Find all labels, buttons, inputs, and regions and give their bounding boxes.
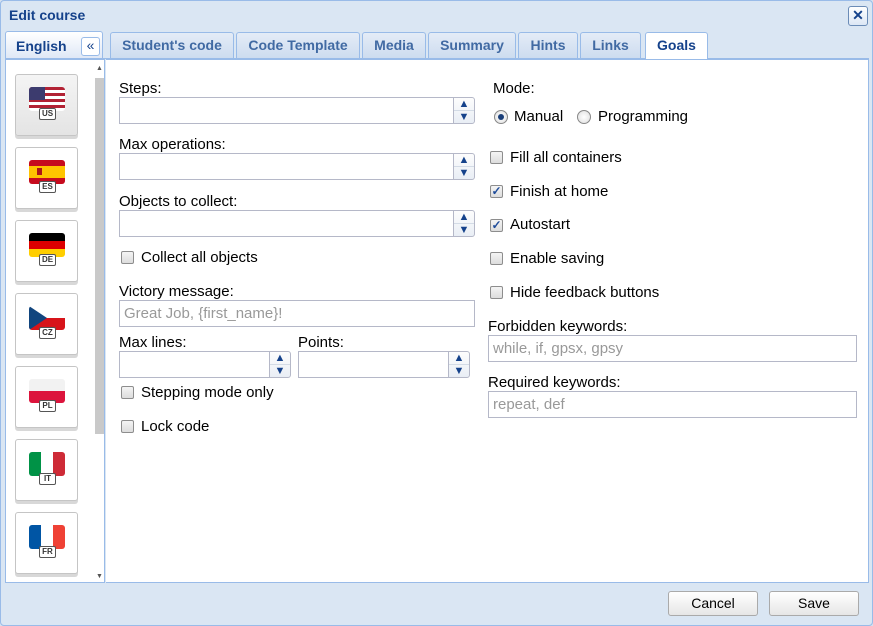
chevron-down-icon[interactable]: ▼ — [454, 167, 474, 179]
mode-programming-radio[interactable] — [577, 110, 591, 124]
required-keywords-label: Required keywords: — [488, 374, 621, 391]
chevron-up-icon[interactable]: ▲ — [270, 352, 290, 365]
autostart-checkbox[interactable]: ✓ — [490, 219, 503, 232]
victory-message-input[interactable]: Great Job, {first_name}! — [119, 300, 475, 327]
scroll-up-icon[interactable]: ▲ — [94, 64, 105, 74]
chevron-up-icon[interactable]: ▲ — [454, 211, 474, 224]
flag-button-fr[interactable]: FR — [15, 512, 78, 574]
fill-all-containers-label: Fill all containers — [510, 149, 622, 166]
chevron-down-icon[interactable]: ▼ — [449, 365, 469, 377]
finish-at-home-checkbox[interactable]: ✓ — [490, 185, 503, 198]
flag-code-label: ES — [39, 181, 56, 193]
objects-to-collect-input[interactable] — [119, 210, 454, 237]
objects-to-collect-spinner[interactable]: ▲ ▼ — [453, 210, 475, 237]
title-bar[interactable]: Edit course ✕ — [1, 1, 872, 29]
flag-button-cz[interactable]: CZ — [15, 293, 78, 355]
finish-at-home-label: Finish at home — [510, 183, 609, 200]
double-chevron-left-icon[interactable]: « — [81, 37, 100, 56]
close-icon[interactable]: ✕ — [848, 6, 868, 26]
collect-all-objects-checkbox[interactable] — [121, 251, 134, 264]
tab-students-code[interactable]: Student's code — [110, 32, 234, 58]
cancel-button[interactable]: Cancel — [668, 591, 758, 616]
steps-input[interactable] — [119, 97, 454, 124]
mode-manual-label: Manual — [514, 108, 564, 125]
flag-code-label: PL — [39, 400, 56, 412]
mode-programming-label: Programming — [598, 108, 689, 125]
flag-code-label: FR — [39, 546, 56, 558]
max-operations-spinner[interactable]: ▲ ▼ — [453, 153, 475, 180]
hide-feedback-buttons-label: Hide feedback buttons — [510, 284, 660, 301]
flag-code-label: CZ — [39, 327, 56, 339]
points-label: Points: — [298, 334, 344, 351]
objects-to-collect-label: Objects to collect: — [119, 193, 238, 210]
lock-code-checkbox[interactable] — [121, 420, 134, 433]
lock-code-label: Lock code — [141, 418, 210, 435]
points-spinner[interactable]: ▲ ▼ — [448, 351, 470, 378]
stepping-mode-checkbox[interactable] — [121, 386, 134, 399]
chevron-down-icon[interactable]: ▼ — [454, 111, 474, 123]
chevron-down-icon[interactable]: ▼ — [270, 365, 290, 377]
forbidden-keywords-input[interactable]: while, if, gpsx, gpsy — [488, 335, 857, 362]
autostart-label: Autostart — [510, 216, 571, 233]
tab-links[interactable]: Links — [580, 32, 641, 58]
flag-button-pl[interactable]: PL — [15, 366, 78, 428]
language-scrollbar[interactable]: ▲ ▼ — [94, 64, 105, 580]
steps-label: Steps: — [119, 80, 162, 97]
steps-spinner[interactable]: ▲ ▼ — [453, 97, 475, 124]
chevron-up-icon[interactable]: ▲ — [454, 98, 474, 111]
flag-button-it[interactable]: IT — [15, 439, 78, 501]
max-operations-input[interactable] — [119, 153, 454, 180]
tab-media[interactable]: Media — [362, 32, 426, 58]
flag-button-de[interactable]: DE — [15, 220, 78, 282]
goals-panel: Steps: ▲ ▼ Max operations: ▲ ▼ Objects to … — [106, 59, 869, 583]
tab-summary[interactable]: Summary — [428, 32, 516, 58]
points-input[interactable] — [298, 351, 449, 378]
save-button[interactable]: Save — [769, 591, 859, 616]
dialog-title: Edit course — [9, 7, 86, 23]
scroll-down-icon[interactable]: ▼ — [94, 572, 105, 582]
language-list: US ES DE CZ PL IT FR ▲ ▼ — [5, 59, 105, 583]
tab-hints[interactable]: Hints — [518, 32, 578, 58]
scroll-thumb[interactable] — [95, 78, 104, 434]
max-lines-label: Max lines: — [119, 334, 187, 351]
max-operations-label: Max operations: — [119, 136, 226, 153]
flag-button-us[interactable]: US — [15, 74, 78, 136]
language-panel-header: English « — [5, 31, 103, 58]
stepping-mode-label: Stepping mode only — [141, 384, 274, 401]
required-keywords-input[interactable]: repeat, def — [488, 391, 857, 418]
forbidden-keywords-label: Forbidden keywords: — [488, 318, 628, 335]
max-lines-input[interactable] — [119, 351, 270, 378]
chevron-down-icon[interactable]: ▼ — [454, 224, 474, 236]
chevron-up-icon[interactable]: ▲ — [449, 352, 469, 365]
flag-code-label: IT — [39, 473, 56, 485]
edit-course-dialog: Edit course ✕ English « Student's code C… — [0, 0, 873, 626]
flag-button-es[interactable]: ES — [15, 147, 78, 209]
tab-goals[interactable]: Goals — [645, 32, 708, 59]
chevron-up-icon[interactable]: ▲ — [454, 154, 474, 167]
mode-label: Mode: — [493, 80, 535, 97]
language-panel-title: English — [16, 38, 67, 54]
tab-code-template[interactable]: Code Template — [236, 32, 360, 58]
collect-all-objects-label: Collect all objects — [141, 249, 258, 266]
max-lines-spinner[interactable]: ▲ ▼ — [269, 351, 291, 378]
hide-feedback-buttons-checkbox[interactable] — [490, 286, 503, 299]
flag-code-label: DE — [39, 254, 56, 266]
victory-message-label: Victory message: — [119, 283, 234, 300]
tab-bar: English « Student's code Code Template M… — [5, 31, 869, 59]
mode-manual-radio[interactable] — [494, 110, 508, 124]
enable-saving-checkbox[interactable] — [490, 252, 503, 265]
enable-saving-label: Enable saving — [510, 250, 605, 267]
fill-all-containers-checkbox[interactable] — [490, 151, 503, 164]
flag-code-label: US — [39, 108, 56, 120]
